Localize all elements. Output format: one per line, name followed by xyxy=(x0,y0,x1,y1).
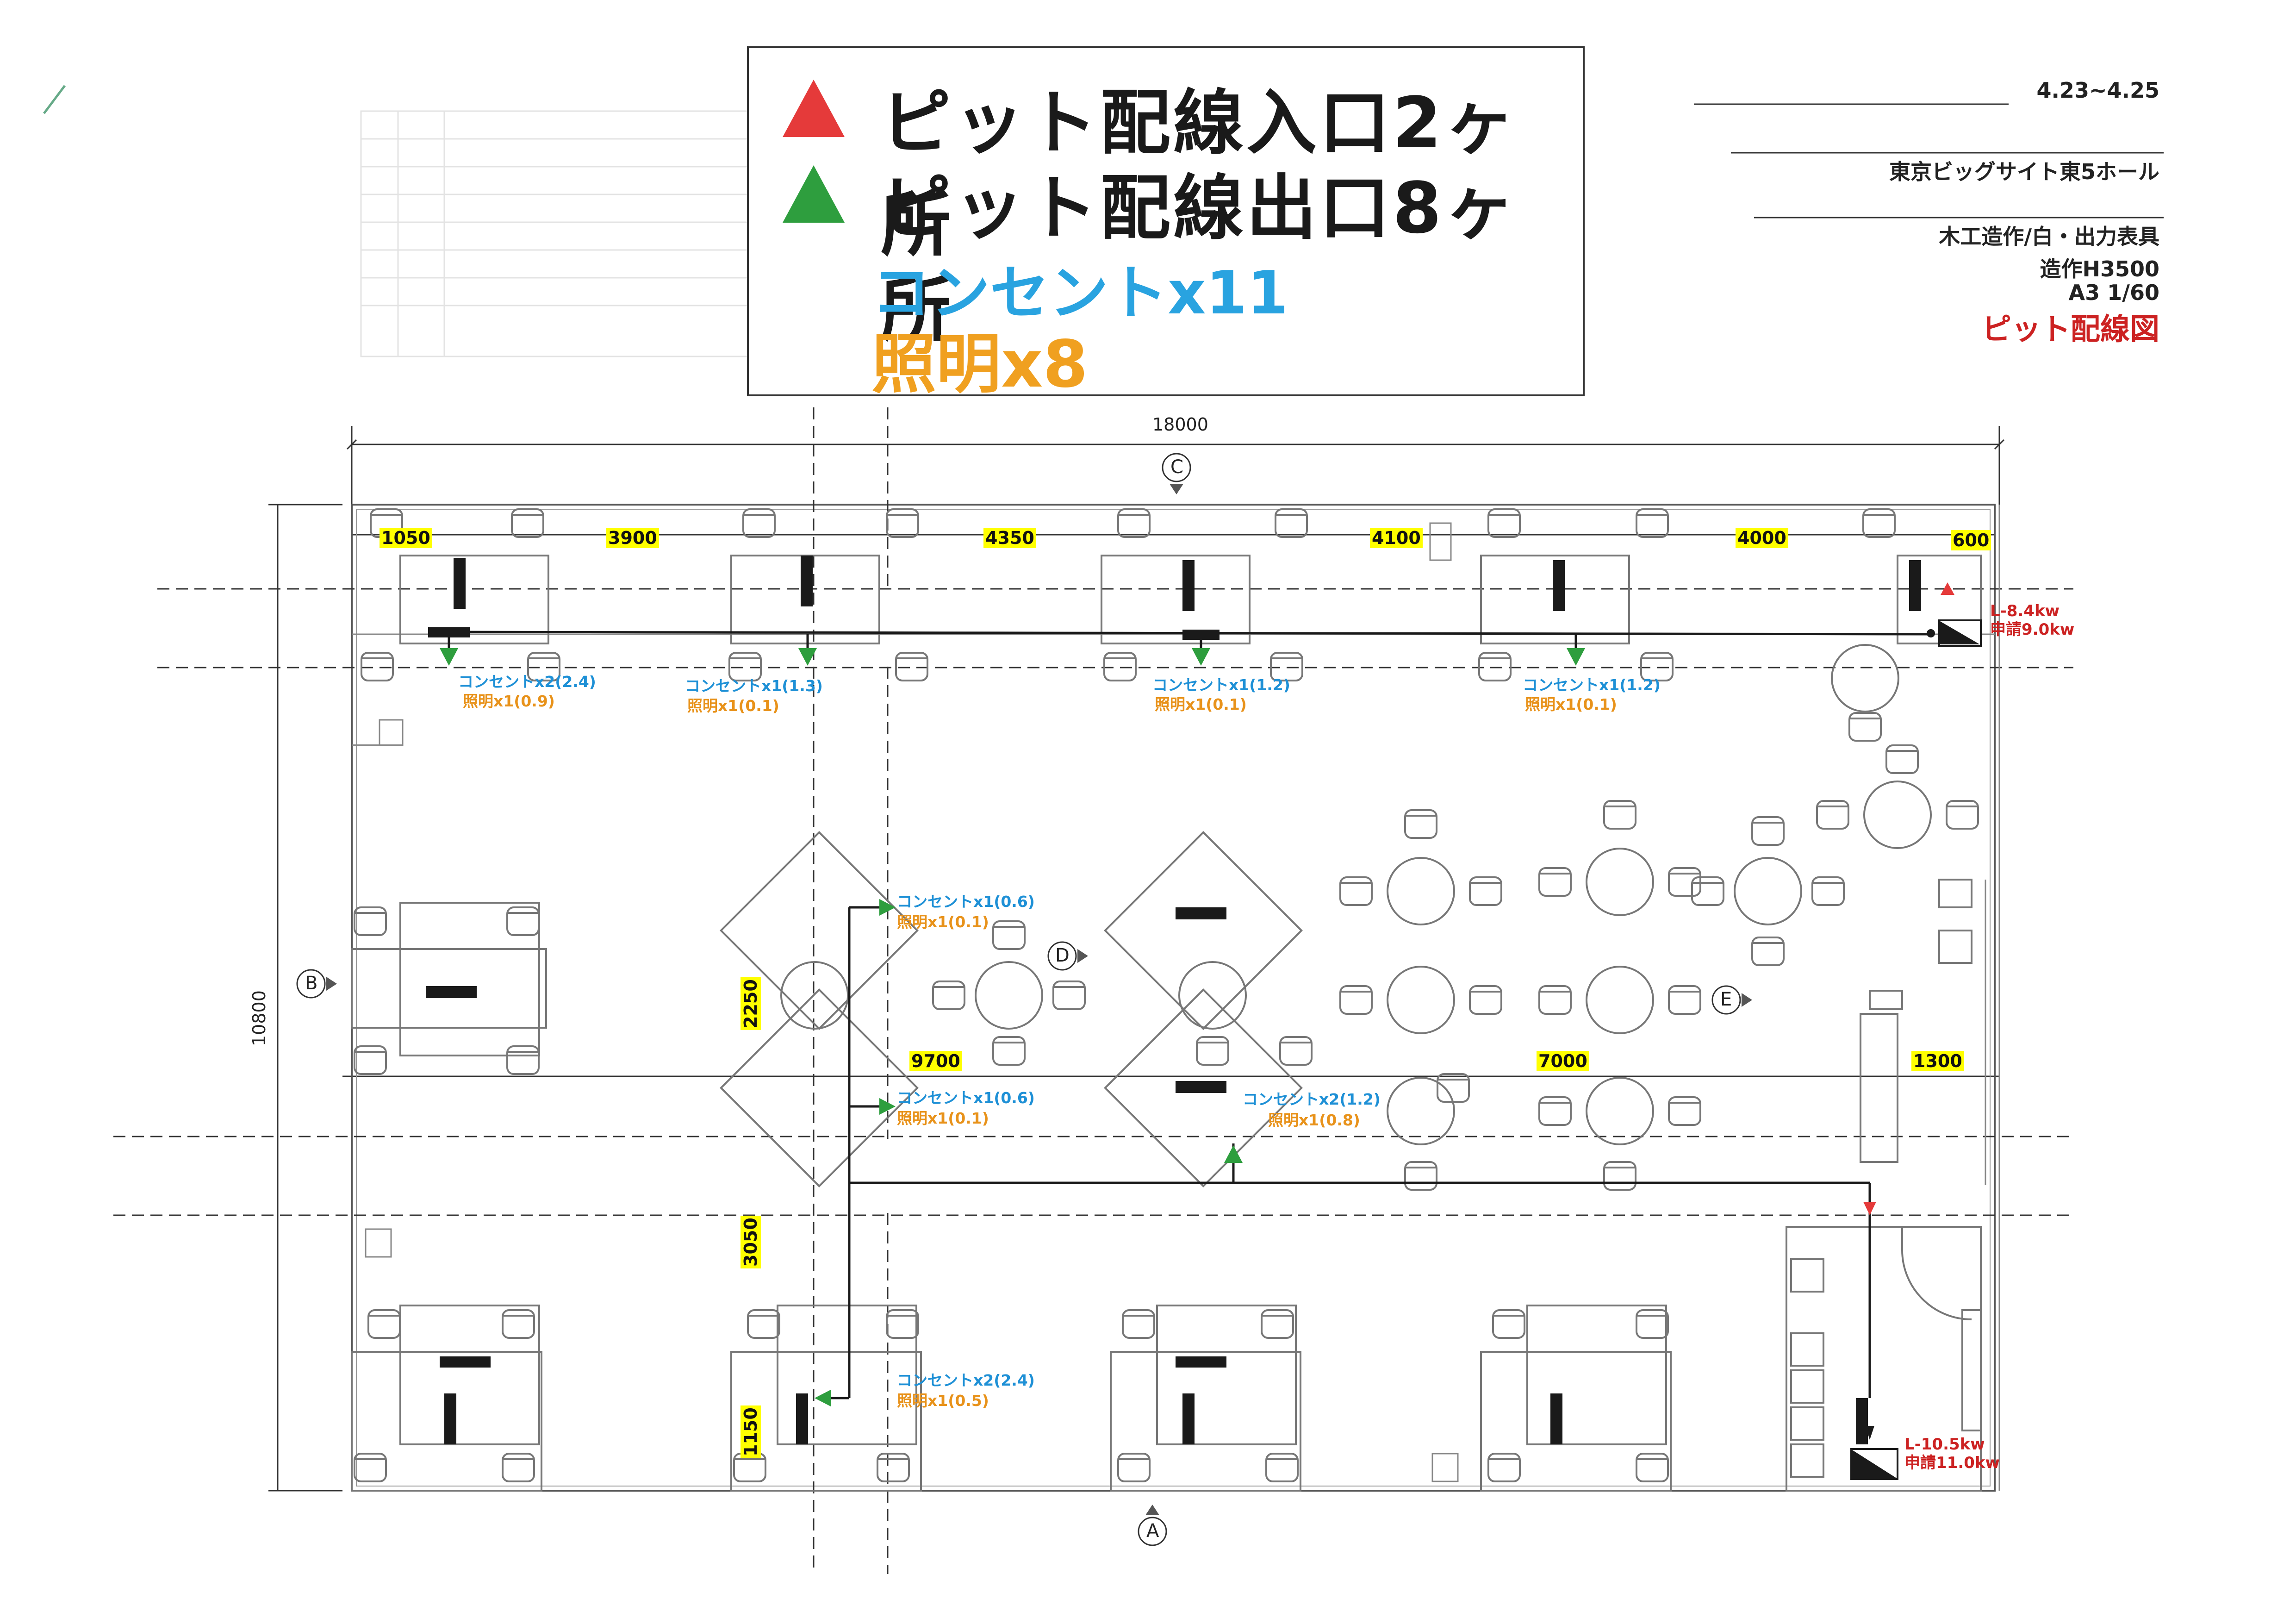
title-block-date: 4.23~4.25 xyxy=(2036,78,2159,103)
green-triangle-icon xyxy=(783,165,845,223)
outlet-2-light: 照明x1(0.1) xyxy=(687,697,779,715)
outlet-5-light: 照明x1(0.1) xyxy=(897,913,989,931)
dim-top-1: 1050 xyxy=(380,528,432,548)
outlet-3-light: 照明x1(0.1) xyxy=(1155,695,1247,713)
outlet-1-light: 照明x1(0.9) xyxy=(463,692,555,710)
inlet-markers xyxy=(1863,582,1954,1215)
outlet-6-light: 照明x1(0.1) xyxy=(897,1109,989,1127)
drawing-title: ピット配線図 xyxy=(1982,312,2159,347)
distribution-panel-1 xyxy=(1927,619,1982,647)
outlet-3-label: コンセントx1(1.2) xyxy=(1152,676,1290,694)
outlet-4-light: 照明x1(0.1) xyxy=(1525,695,1617,713)
outlet-5-label: コンセントx1(0.6) xyxy=(897,893,1035,911)
dim-top-3: 4350 xyxy=(983,528,1036,548)
legend-lighting-total: 照明x8 xyxy=(871,327,1088,402)
title-block-height: 造作H3500 xyxy=(2040,256,2159,281)
outlet-1-label: コンセントx2(2.4) xyxy=(458,673,596,691)
dim-vert-3: 1150 xyxy=(740,1405,761,1458)
dim-mid-3: 1300 xyxy=(1911,1051,1964,1071)
grid-label-e: E xyxy=(1720,989,1732,1010)
panel-1-power: L-8.4kw xyxy=(1990,602,2060,620)
outlet-markers xyxy=(440,648,1585,1406)
dim-mid-2: 7000 xyxy=(1537,1051,1589,1071)
panel-2-request: 申請11.0kw xyxy=(1904,1454,2000,1472)
grid-label-c: C xyxy=(1170,456,1183,478)
legend-box: ピット配線入口2ヶ所 ピット配線出口8ヶ所 コンセントx11 照明x8 xyxy=(747,46,1585,402)
dim-vert-1: 2250 xyxy=(740,977,761,1030)
stray-mark xyxy=(43,85,66,114)
bottom-tables xyxy=(351,1305,1672,1492)
outlet-4-label: コンセントx1(1.2) xyxy=(1523,676,1661,694)
dim-top-4: 4100 xyxy=(1370,528,1423,548)
title-block-spec: 木工造作/白・出力表具 xyxy=(1939,224,2159,249)
round-table-chairs xyxy=(932,712,1979,1191)
title-block-venue: 東京ビッグサイト東5ホール xyxy=(1889,159,2159,184)
grid-label-a: A xyxy=(1146,1520,1159,1542)
cable-routes xyxy=(430,631,1935,1399)
dim-mid-1: 9700 xyxy=(909,1051,962,1071)
panel-1-request: 申請9.0kw xyxy=(1990,620,2075,639)
bottom-chairs xyxy=(354,1309,1669,1482)
grid-label-d: D xyxy=(1055,945,1070,966)
grid-label-b: B xyxy=(305,973,318,994)
dim-vert-2: 3050 xyxy=(740,1216,761,1268)
outlet-2-label: コンセントx1(1.3) xyxy=(685,677,823,695)
outlet-7-light: 照明x1(0.8) xyxy=(1268,1111,1360,1129)
red-triangle-icon xyxy=(783,80,845,137)
dim-top-2: 3900 xyxy=(606,528,659,548)
outlet-8-label: コンセントx2(2.4) xyxy=(897,1371,1035,1389)
panel-2-power: L-10.5kw xyxy=(1904,1435,1985,1454)
dim-overall-depth: 10800 xyxy=(249,990,269,1046)
dim-overall-width: 18000 xyxy=(1152,414,1208,435)
pit-lines xyxy=(113,407,2073,1574)
dim-top-6: 600 xyxy=(1951,530,1991,550)
outlet-8-light: 照明x1(0.5) xyxy=(897,1392,989,1410)
outlet-7-label: コンセントx2(1.2) xyxy=(1243,1090,1381,1108)
grid-marker-pointers xyxy=(326,484,1752,1515)
left-tables xyxy=(351,902,547,1056)
title-block-scale: A3 1/60 xyxy=(2068,280,2159,305)
outlet-6-label: コンセントx1(0.6) xyxy=(897,1089,1035,1107)
storage-area xyxy=(1786,879,1982,1492)
dim-top-5: 4000 xyxy=(1736,528,1788,548)
diamond-tables xyxy=(720,831,1303,1187)
